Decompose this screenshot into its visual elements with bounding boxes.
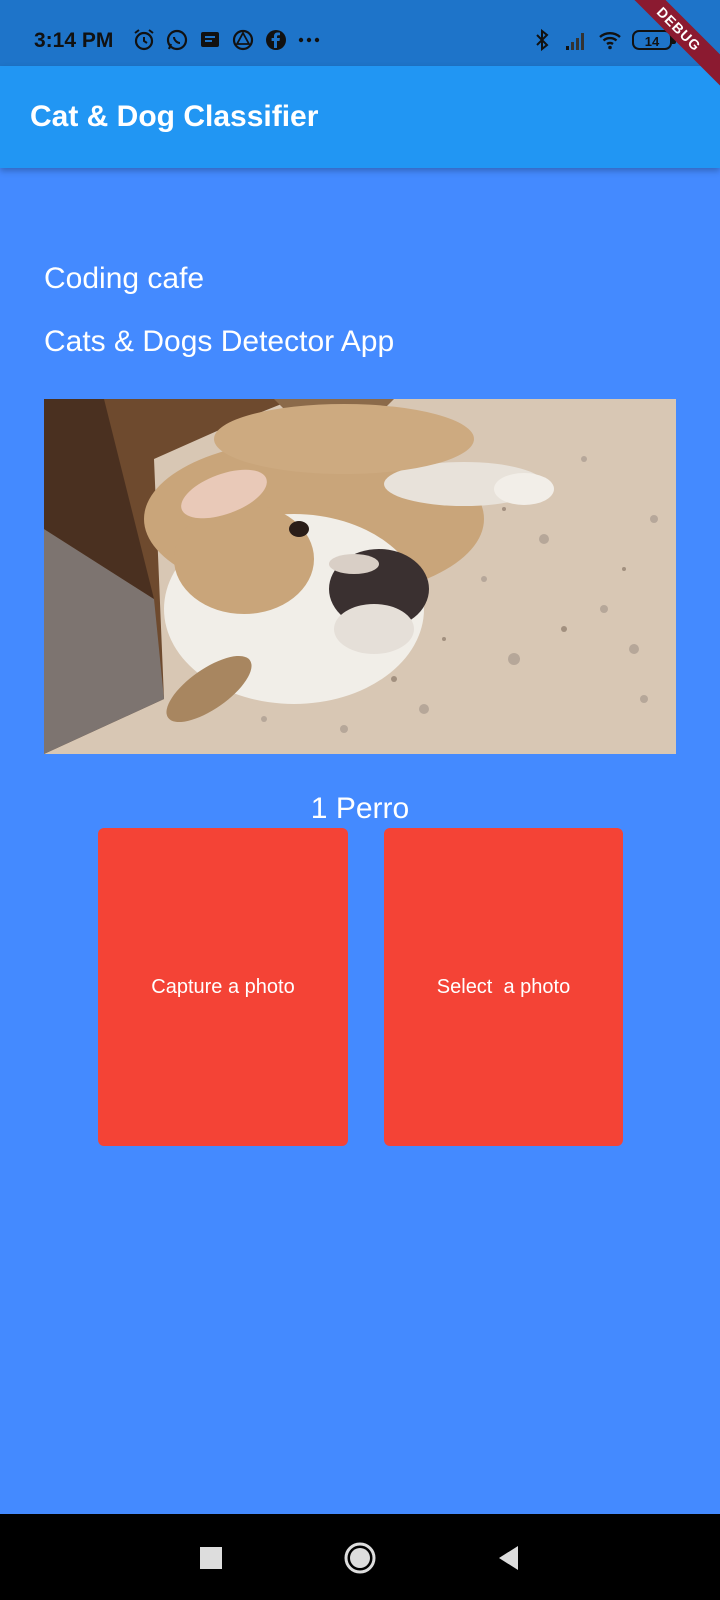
signal-icon	[566, 33, 584, 50]
status-time: 3:14 PM	[34, 29, 114, 52]
select-photo-button[interactable]: Select a photo	[384, 828, 623, 1146]
home-icon[interactable]	[343, 1541, 377, 1575]
bluetooth-icon	[536, 28, 549, 52]
subtitle-app-name: Cats & Dogs Detector App	[44, 325, 395, 358]
app-title: Cat & Dog Classifier	[30, 100, 319, 133]
dog-photo	[44, 399, 676, 754]
system-icons: 14	[530, 28, 676, 52]
bulldog-photo-graphic	[44, 399, 676, 754]
more-icon	[298, 37, 320, 43]
message-icon	[201, 32, 219, 47]
subtitle-coding-cafe: Coding cafe	[44, 262, 205, 295]
wifi-icon	[599, 32, 621, 50]
navigation-bar	[0, 1514, 720, 1600]
vpn-icon	[232, 29, 254, 51]
alarm-icon	[134, 29, 154, 51]
status-bar: 3:14 PM 14	[0, 0, 720, 66]
app-bar: Cat & Dog Classifier	[0, 66, 720, 168]
notification-icons	[132, 28, 321, 52]
battery-level: 14	[644, 34, 660, 49]
facebook-icon	[266, 30, 286, 50]
battery-icon: 14	[632, 30, 676, 50]
back-icon[interactable]	[492, 1541, 526, 1575]
classification-result: 1 Perro	[310, 792, 410, 825]
capture-photo-button[interactable]: Capture a photo	[98, 828, 348, 1146]
whatsapp-icon	[166, 29, 188, 51]
recents-icon[interactable]	[194, 1541, 228, 1575]
